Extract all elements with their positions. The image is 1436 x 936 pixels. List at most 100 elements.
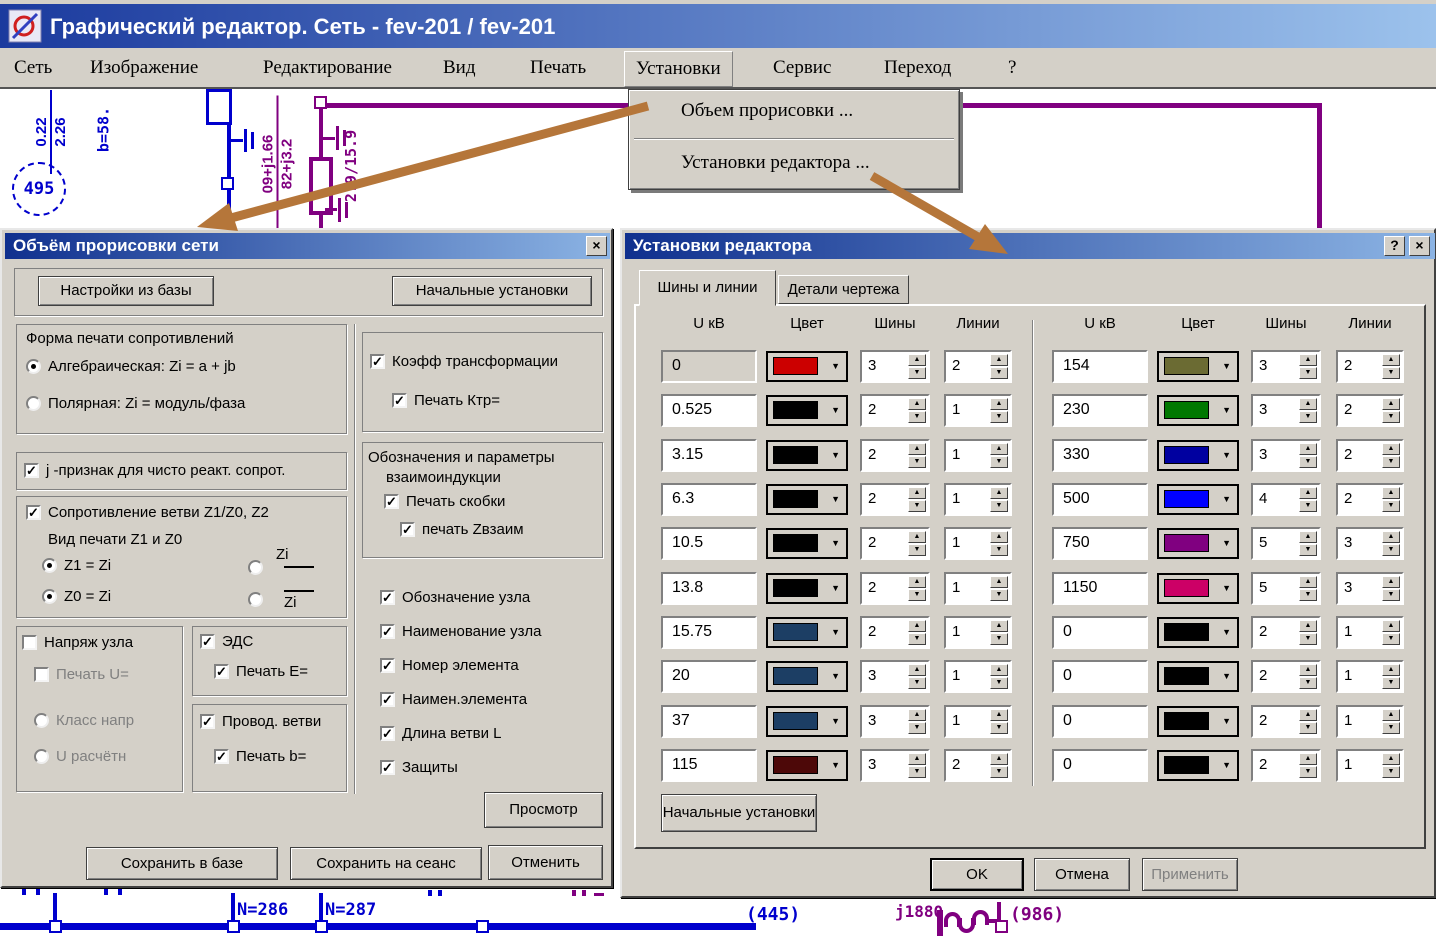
line-width-spinner-right-2[interactable]: 2▲▼ — [1336, 394, 1404, 427]
checkbox-icon[interactable]: ✓ — [214, 664, 229, 679]
editor-dialog-titlebar[interactable]: Установки редактора — [625, 233, 1435, 259]
voltage-input-right-1[interactable]: 154 — [1052, 350, 1148, 383]
volume-dialog-titlebar[interactable]: Объём прорисовки сети — [5, 233, 610, 259]
menu-item-9[interactable]: ? — [1008, 57, 1016, 79]
spin-up-icon[interactable]: ▲ — [1299, 487, 1317, 499]
spin-up-icon[interactable]: ▲ — [990, 531, 1008, 543]
dropdown-arrow-icon[interactable]: ▼ — [1222, 627, 1231, 637]
spin-down-icon[interactable]: ▼ — [1299, 411, 1317, 423]
close-icon[interactable]: × — [1409, 236, 1430, 256]
color-select-right-8[interactable]: ▼ — [1157, 661, 1239, 692]
checkbox-icon[interactable]: ✓ — [400, 522, 415, 537]
bus-width-spinner-right-7[interactable]: 2▲▼ — [1251, 616, 1321, 649]
spin-up-icon[interactable]: ▲ — [990, 443, 1008, 455]
radio-icon[interactable] — [42, 589, 57, 604]
spin-up-icon[interactable]: ▲ — [1299, 576, 1317, 588]
polar-radio[interactable]: Полярная: Zi = модуль/фаза — [26, 395, 245, 412]
spin-up-icon[interactable]: ▲ — [1299, 443, 1317, 455]
bus-width-spinner-right-1[interactable]: 3▲▼ — [1251, 350, 1321, 383]
color-select-left-4[interactable]: ▼ — [766, 484, 848, 515]
display-checkbox-4[interactable]: ✓Наимен.элемента — [380, 691, 527, 708]
spin-down-icon[interactable]: ▼ — [908, 722, 926, 734]
dropdown-arrow-icon[interactable]: ▼ — [831, 583, 840, 593]
spin-down-icon[interactable]: ▼ — [908, 411, 926, 423]
z1-radio[interactable]: Z1 = Zi — [42, 557, 111, 574]
voltage-input-right-4[interactable]: 500 — [1052, 483, 1148, 516]
color-select-right-2[interactable]: ▼ — [1157, 395, 1239, 426]
voltage-input-right-8[interactable]: 0 — [1052, 660, 1148, 693]
print-zmut-checkbox[interactable]: ✓ печать Zвзаим — [400, 521, 524, 538]
spin-up-icon[interactable]: ▲ — [990, 753, 1008, 765]
line-width-spinner-right-5[interactable]: 3▲▼ — [1336, 527, 1404, 560]
spin-up-icon[interactable]: ▲ — [1382, 487, 1400, 499]
main-titlebar[interactable]: Графический редактор. Сеть - fev-201 / f… — [0, 4, 1436, 48]
color-select-right-1[interactable]: ▼ — [1157, 351, 1239, 382]
voltage-input-left-2[interactable]: 0.525 — [661, 394, 757, 427]
bus-width-spinner-right-8[interactable]: 2▲▼ — [1251, 660, 1321, 693]
color-select-left-6[interactable]: ▼ — [766, 573, 848, 604]
voltage-input-right-5[interactable]: 750 — [1052, 527, 1148, 560]
line-width-spinner-left-1[interactable]: 2▲▼ — [944, 350, 1012, 383]
bus-width-spinner-right-9[interactable]: 2▲▼ — [1251, 705, 1321, 738]
spin-down-icon[interactable]: ▼ — [908, 367, 926, 379]
menu-item-2[interactable]: Изображение — [90, 57, 198, 79]
spin-down-icon[interactable]: ▼ — [1299, 766, 1317, 778]
bus-width-spinner-left-3[interactable]: 2▲▼ — [860, 439, 930, 472]
spin-down-icon[interactable]: ▼ — [1299, 500, 1317, 512]
color-select-right-3[interactable]: ▼ — [1157, 440, 1239, 471]
checkbox-icon[interactable]: ✓ — [384, 494, 399, 509]
line-width-spinner-left-5[interactable]: 1▲▼ — [944, 527, 1012, 560]
voltage-input-right-2[interactable]: 230 — [1052, 394, 1148, 427]
zi-over-line-radio[interactable] — [248, 560, 263, 575]
spin-up-icon[interactable]: ▲ — [1382, 398, 1400, 410]
voltage-input-left-3[interactable]: 3.15 — [661, 439, 757, 472]
spin-up-icon[interactable]: ▲ — [1299, 753, 1317, 765]
checkbox-icon[interactable]: ✓ — [370, 354, 385, 369]
color-select-left-7[interactable]: ▼ — [766, 617, 848, 648]
spin-down-icon[interactable]: ▼ — [1299, 633, 1317, 645]
checkbox-icon[interactable]: ✓ — [214, 749, 229, 764]
checkbox-icon[interactable]: ✓ — [26, 505, 41, 520]
spin-up-icon[interactable]: ▲ — [908, 443, 926, 455]
voltage-input-left-6[interactable]: 13.8 — [661, 572, 757, 605]
j-flag-checkbox[interactable]: ✓ j -признак для чисто реакт. сопрот. — [24, 462, 285, 479]
initial-settings-button[interactable]: Начальные установки — [392, 276, 592, 306]
line-width-spinner-right-6[interactable]: 3▲▼ — [1336, 572, 1404, 605]
spin-up-icon[interactable]: ▲ — [908, 354, 926, 366]
spin-up-icon[interactable]: ▲ — [1382, 531, 1400, 543]
spin-up-icon[interactable]: ▲ — [1382, 576, 1400, 588]
print-b-checkbox[interactable]: ✓ Печать b= — [214, 748, 306, 765]
spin-up-icon[interactable]: ▲ — [1382, 664, 1400, 676]
settings-menu-option-2[interactable]: Установки редактора ... — [681, 152, 870, 174]
color-select-right-6[interactable]: ▼ — [1157, 573, 1239, 604]
dropdown-arrow-icon[interactable]: ▼ — [831, 760, 840, 770]
dropdown-arrow-icon[interactable]: ▼ — [831, 627, 840, 637]
spin-down-icon[interactable]: ▼ — [1299, 722, 1317, 734]
checkbox-icon[interactable]: ✓ — [380, 590, 395, 605]
dropdown-arrow-icon[interactable]: ▼ — [1222, 361, 1231, 371]
bus-width-spinner-left-4[interactable]: 2▲▼ — [860, 483, 930, 516]
spin-down-icon[interactable]: ▼ — [908, 500, 926, 512]
dropdown-arrow-icon[interactable]: ▼ — [831, 450, 840, 460]
tab-buses-and-lines[interactable]: Шины и линии — [639, 270, 776, 306]
spin-down-icon[interactable]: ▼ — [1299, 456, 1317, 468]
color-select-right-4[interactable]: ▼ — [1157, 484, 1239, 515]
color-select-left-2[interactable]: ▼ — [766, 395, 848, 426]
voltage-input-left-8[interactable]: 20 — [661, 660, 757, 693]
color-select-left-9[interactable]: ▼ — [766, 706, 848, 737]
dropdown-arrow-icon[interactable]: ▼ — [1222, 450, 1231, 460]
color-select-right-7[interactable]: ▼ — [1157, 617, 1239, 648]
display-checkbox-6[interactable]: ✓Защиты — [380, 759, 458, 776]
dropdown-arrow-icon[interactable]: ▼ — [1222, 671, 1231, 681]
spin-down-icon[interactable]: ▼ — [990, 722, 1008, 734]
branch-conductance-checkbox[interactable]: ✓ Провод. ветви — [200, 713, 321, 730]
dropdown-arrow-icon[interactable]: ▼ — [1222, 494, 1231, 504]
spin-down-icon[interactable]: ▼ — [908, 633, 926, 645]
dropdown-arrow-icon[interactable]: ▼ — [831, 671, 840, 681]
spin-down-icon[interactable]: ▼ — [908, 456, 926, 468]
spin-up-icon[interactable]: ▲ — [908, 753, 926, 765]
voltage-input-right-3[interactable]: 330 — [1052, 439, 1148, 472]
radio-icon[interactable] — [248, 592, 263, 607]
line-width-spinner-left-8[interactable]: 1▲▼ — [944, 660, 1012, 693]
bus-width-spinner-right-10[interactable]: 2▲▼ — [1251, 749, 1321, 782]
